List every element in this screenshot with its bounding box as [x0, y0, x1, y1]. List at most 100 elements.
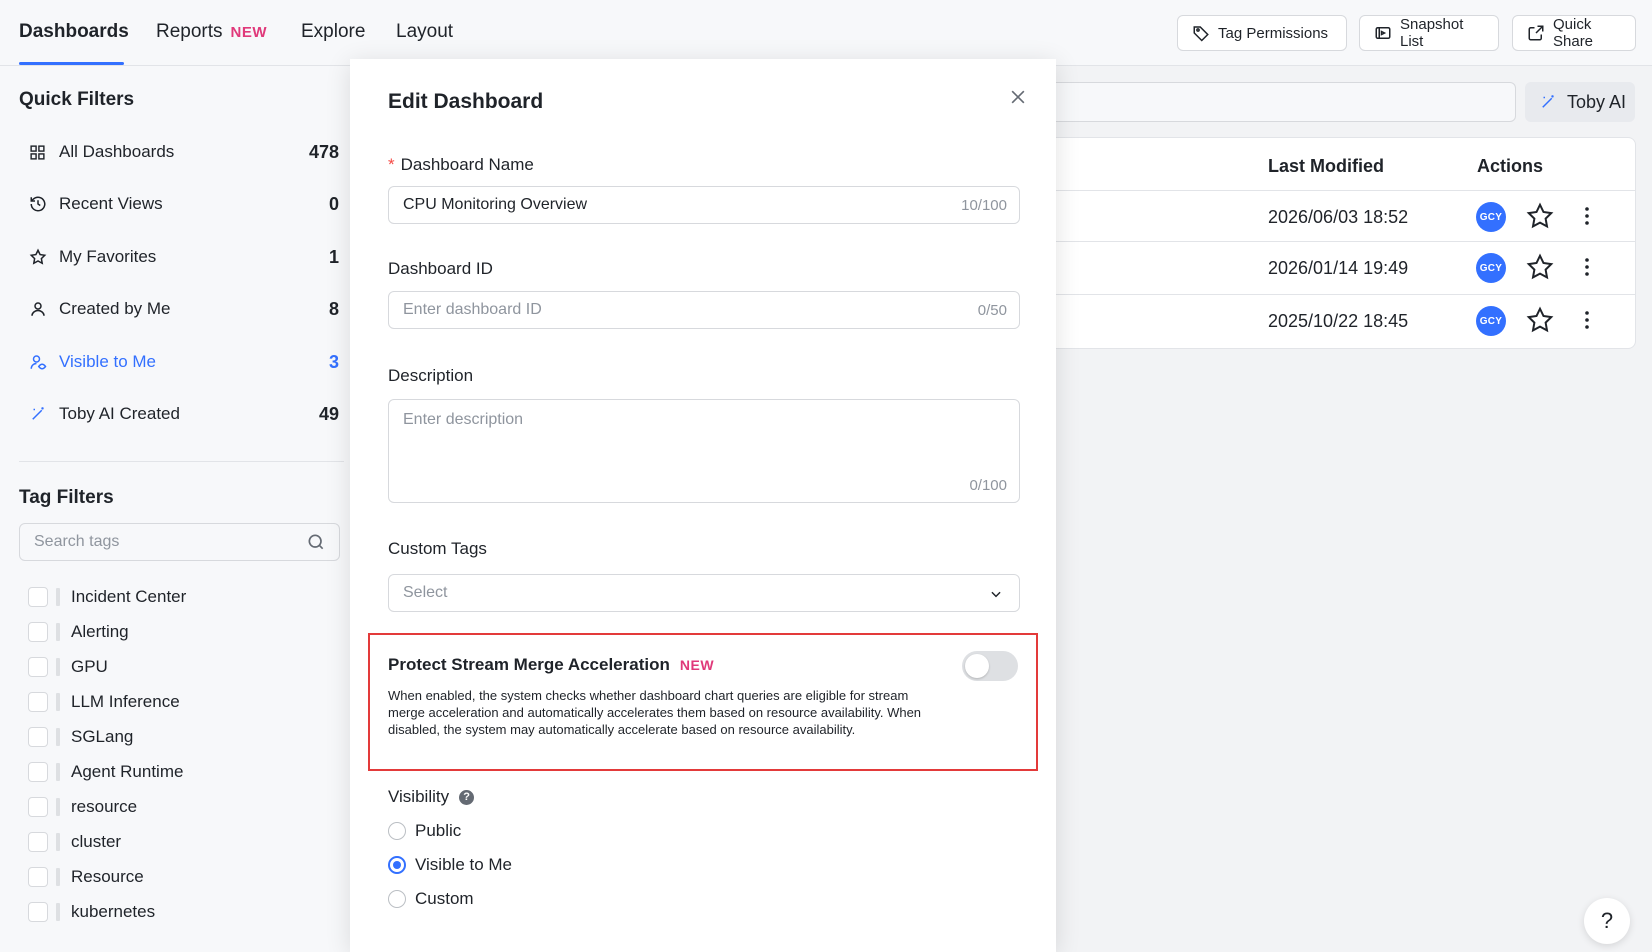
- quick-filter-my-favorites[interactable]: My Favorites 1: [19, 237, 339, 277]
- tab-dashboards[interactable]: Dashboards: [19, 21, 129, 43]
- tag-filters-title: Tag Filters: [19, 487, 114, 508]
- search-icon[interactable]: [306, 532, 326, 552]
- favorite-star-icon[interactable]: [1525, 201, 1555, 231]
- quick-filter-label: All Dashboards: [59, 142, 175, 161]
- char-counter: 0/50: [977, 302, 1007, 319]
- magic-wand-icon: [19, 405, 59, 423]
- tag-checkbox[interactable]: [28, 727, 48, 747]
- custom-tags-label: Custom Tags: [388, 539, 487, 558]
- tag-label: GPU: [71, 657, 108, 676]
- radio-label: Custom: [415, 889, 474, 908]
- dashboard-id-input[interactable]: Enter dashboard ID 0/50: [388, 291, 1020, 329]
- more-vertical-icon[interactable]: [1584, 205, 1590, 227]
- tag-item[interactable]: kubernetes: [28, 897, 155, 927]
- chevron-down-icon: [989, 587, 1003, 601]
- tab-layout[interactable]: Layout: [396, 21, 453, 43]
- last-modified-cell: 2026/06/03 18:52: [1268, 207, 1409, 227]
- tag-checkbox[interactable]: [28, 867, 48, 887]
- radio-label: Visible to Me: [415, 855, 513, 874]
- table-row[interactable]: 2026/01/14 19:49 GCY: [1050, 241, 1636, 294]
- tag-item[interactable]: Resource: [28, 862, 144, 892]
- favorite-star-icon[interactable]: [1525, 252, 1555, 282]
- visibility-option-visible-to-me[interactable]: Visible to Me: [388, 855, 512, 875]
- tag-checkbox[interactable]: [28, 622, 48, 642]
- protect-stream-title-text: Protect Stream Merge Acceleration: [388, 655, 670, 674]
- radio-button[interactable]: [388, 822, 406, 840]
- tag-checkbox[interactable]: [28, 902, 48, 922]
- dashboard-name-input[interactable]: CPU Monitoring Overview 10/100: [388, 186, 1020, 224]
- tab-reports[interactable]: Reports NEW: [156, 21, 267, 43]
- tag-checkbox[interactable]: [28, 797, 48, 817]
- tag-icon: [1192, 24, 1210, 42]
- quick-filter-count: 478: [308, 141, 339, 162]
- avatar: GCY: [1476, 306, 1506, 336]
- tag-search-input[interactable]: [19, 523, 340, 561]
- required-mark: *: [388, 155, 395, 174]
- help-button[interactable]: ?: [1584, 898, 1630, 944]
- tag-checkbox[interactable]: [28, 692, 48, 712]
- avatar: GCY: [1476, 253, 1506, 283]
- description-placeholder: Enter description: [403, 411, 524, 428]
- tag-checkbox[interactable]: [28, 587, 48, 607]
- quick-share-button[interactable]: Quick Share: [1512, 15, 1636, 51]
- tag-label: kubernetes: [71, 902, 156, 921]
- visibility-option-public[interactable]: Public: [388, 821, 461, 841]
- tag-color-bar: [56, 763, 60, 781]
- tab-reports-label: Reports: [156, 21, 223, 42]
- quick-filter-count: 0: [328, 193, 339, 214]
- quick-share-label: Quick Share: [1553, 16, 1594, 50]
- custom-tags-placeholder: Select: [403, 584, 448, 601]
- tag-checkbox[interactable]: [28, 657, 48, 677]
- tag-checkbox[interactable]: [28, 832, 48, 852]
- tag-permissions-button[interactable]: Tag Permissions: [1177, 15, 1347, 51]
- visibility-label: Visibility ?: [388, 787, 475, 807]
- tag-color-bar: [56, 868, 60, 886]
- tab-explore[interactable]: Explore: [301, 21, 365, 43]
- star-icon: [19, 248, 59, 266]
- tag-item[interactable]: cluster: [28, 827, 121, 857]
- more-vertical-icon[interactable]: [1584, 309, 1590, 331]
- help-circle-icon[interactable]: ?: [459, 789, 475, 805]
- description-label: Description: [388, 366, 474, 385]
- tag-item[interactable]: Alerting: [28, 617, 129, 647]
- protect-stream-toggle[interactable]: [962, 651, 1018, 681]
- tag-item[interactable]: Incident Center: [28, 582, 186, 612]
- snapshot-list-button[interactable]: Snapshot List: [1359, 15, 1499, 51]
- radio-button[interactable]: [388, 856, 406, 874]
- favorite-star-icon[interactable]: [1525, 305, 1555, 335]
- table-row[interactable]: 2025/10/22 18:45 GCY: [1050, 294, 1636, 347]
- tag-checkbox[interactable]: [28, 762, 48, 782]
- table-row[interactable]: 2026/06/03 18:52 GCY: [1050, 190, 1636, 243]
- snapshot-icon: [1374, 24, 1392, 42]
- close-icon[interactable]: [1008, 87, 1028, 107]
- description-textarea[interactable]: Enter description 0/100: [388, 399, 1020, 503]
- tag-item[interactable]: SGLang: [28, 722, 133, 752]
- quick-filter-recent-views[interactable]: Recent Views 0: [19, 184, 339, 224]
- tag-color-bar: [56, 903, 60, 921]
- tag-item[interactable]: GPU: [28, 652, 108, 682]
- column-header-last-modified[interactable]: Last Modified: [1268, 156, 1384, 177]
- tag-color-bar: [56, 588, 60, 606]
- grid-icon: [19, 144, 59, 161]
- sidebar: Quick Filters All Dashboards 478 Recent …: [0, 66, 350, 952]
- visibility-option-custom[interactable]: Custom: [388, 889, 474, 909]
- tag-item[interactable]: resource: [28, 792, 137, 822]
- quick-filter-visible-to-me[interactable]: Visible to Me 3: [19, 342, 339, 382]
- protect-stream-description: When enabled, the system checks whether …: [388, 688, 922, 737]
- tag-item[interactable]: Agent Runtime: [28, 757, 183, 787]
- quick-filter-label: Created by Me: [59, 299, 171, 318]
- more-vertical-icon[interactable]: [1584, 256, 1590, 278]
- toby-ai-button[interactable]: Toby AI: [1525, 82, 1635, 122]
- tag-item[interactable]: LLM Inference: [28, 687, 180, 717]
- custom-tags-select[interactable]: Select: [388, 574, 1020, 612]
- quick-filter-created-by-me[interactable]: Created by Me 8: [19, 289, 339, 329]
- sidebar-divider: [19, 461, 344, 462]
- top-nav: Dashboards Reports NEW Explore Layout Tag…: [0, 0, 1652, 66]
- modal-title: Edit Dashboard: [388, 90, 544, 113]
- radio-button[interactable]: [388, 890, 406, 908]
- last-modified-cell: 2026/01/14 19:49: [1268, 258, 1409, 278]
- quick-filter-all-dashboards[interactable]: All Dashboards 478: [19, 132, 339, 172]
- quick-filter-toby-ai-created[interactable]: Toby AI Created 49: [19, 394, 339, 434]
- quick-filter-label: Recent Views: [59, 194, 163, 213]
- dashboard-search-input[interactable]: [1050, 82, 1516, 122]
